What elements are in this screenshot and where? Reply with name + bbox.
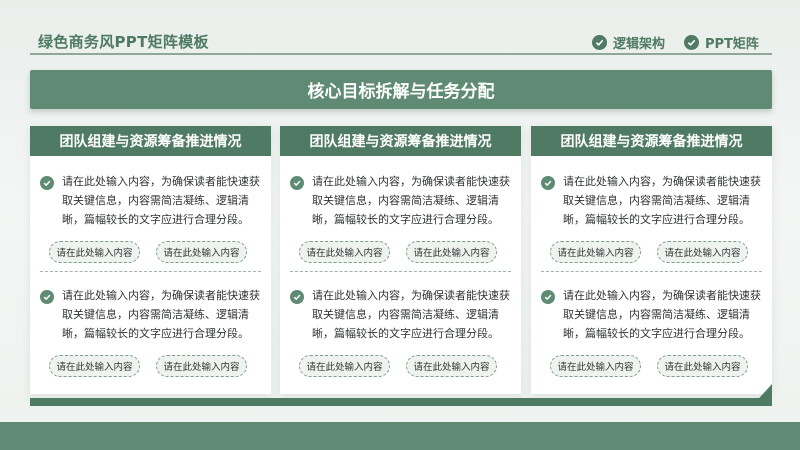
tag-pill[interactable]: 请在此处输入内容 <box>156 241 247 263</box>
tag-pill[interactable]: 请在此处输入内容 <box>406 241 497 263</box>
section-text: 请在此处输入内容，为确保读者能快速获取关键信息，内容需简洁凝练、逻辑清晰，篇幅较… <box>62 289 260 340</box>
tag-pill[interactable]: 请在此处输入内容 <box>550 241 641 263</box>
card-title: 团队组建与资源筹备推进情况 <box>59 134 242 150</box>
tag-pill[interactable]: 请在此处输入内容 <box>657 241 748 263</box>
nav-ppt-matrix[interactable]: PPT矩阵 <box>684 33 759 52</box>
tag-pill[interactable]: 请在此处输入内容 <box>550 355 641 377</box>
section-divider <box>290 271 511 272</box>
banner-title: 核心目标拆解与任务分配 <box>307 82 495 102</box>
section-text: 请在此处输入内容，为确保读者能快速获取关键信息，内容需简洁凝练、逻辑清晰，篇幅较… <box>312 289 510 340</box>
tag-pill[interactable]: 请在此处输入内容 <box>406 355 497 377</box>
card-title: 团队组建与资源筹备推进情况 <box>560 134 743 150</box>
check-circle-icon <box>541 176 555 190</box>
section-text: 请在此处输入内容，为确保读者能快速获取关键信息，内容需简洁凝练、逻辑清晰，篇幅较… <box>563 175 761 226</box>
card-section: 请在此处输入内容，为确保读者能快速获取关键信息，内容需简洁凝练、逻辑清晰，篇幅较… <box>30 286 271 377</box>
card-section: 请在此处输入内容，为确保读者能快速获取关键信息，内容需简洁凝练、逻辑清晰，篇幅较… <box>531 286 772 377</box>
card-header: 团队组建与资源筹备推进情况 <box>280 126 521 156</box>
nav-label: PPT矩阵 <box>705 37 759 52</box>
tag-pill[interactable]: 请在此处输入内容 <box>49 241 140 263</box>
check-circle-icon <box>40 290 54 304</box>
section-text: 请在此处输入内容，为确保读者能快速获取关键信息，内容需简洁凝练、逻辑清晰，篇幅较… <box>563 289 761 340</box>
card-section: 请在此处输入内容，为确保读者能快速获取关键信息，内容需简洁凝练、逻辑清晰，篇幅较… <box>531 172 772 263</box>
card-title: 团队组建与资源筹备推进情况 <box>309 134 492 150</box>
header-divider <box>30 53 772 55</box>
check-circle-icon <box>290 176 304 190</box>
card-section: 请在此处输入内容，为确保读者能快速获取关键信息，内容需简洁凝练、逻辑清晰，篇幅较… <box>30 172 271 263</box>
section-divider <box>541 271 762 272</box>
tag-pill[interactable]: 请在此处输入内容 <box>49 355 140 377</box>
task-card: 团队组建与资源筹备推进情况 请在此处输入内容，为确保读者能快速获取关键信息，内容… <box>30 126 271 394</box>
check-circle-icon <box>541 290 555 304</box>
card-section: 请在此处输入内容，为确保读者能快速获取关键信息，内容需简洁凝练、逻辑清晰，篇幅较… <box>280 172 521 263</box>
card-header: 团队组建与资源筹备推进情况 <box>531 126 772 156</box>
tag-pill[interactable]: 请在此处输入内容 <box>657 355 748 377</box>
section-banner: 核心目标拆解与任务分配 <box>30 70 772 109</box>
task-card: 团队组建与资源筹备推进情况 请在此处输入内容，为确保读者能快速获取关键信息，内容… <box>531 126 772 394</box>
check-circle-icon <box>684 35 699 50</box>
bottom-accent-bar <box>30 398 772 406</box>
section-text: 请在此处输入内容，为确保读者能快速获取关键信息，内容需简洁凝练、逻辑清晰，篇幅较… <box>312 175 510 226</box>
check-circle-icon <box>290 290 304 304</box>
card-header: 团队组建与资源筹备推进情况 <box>30 126 271 156</box>
check-circle-icon <box>592 35 607 50</box>
tag-pill[interactable]: 请在此处输入内容 <box>299 355 390 377</box>
section-text: 请在此处输入内容，为确保读者能快速获取关键信息，内容需简洁凝练、逻辑清晰，篇幅较… <box>62 175 260 226</box>
section-divider <box>40 271 261 272</box>
page-title: 绿色商务风PPT矩阵模板 <box>38 33 209 51</box>
check-circle-icon <box>40 176 54 190</box>
nav-logic-architecture[interactable]: 逻辑架构 <box>592 33 665 52</box>
nav-label: 逻辑架构 <box>613 37 666 52</box>
tag-pill[interactable]: 请在此处输入内容 <box>156 355 247 377</box>
footer-band <box>0 422 800 450</box>
tag-pill[interactable]: 请在此处输入内容 <box>299 241 390 263</box>
task-card: 团队组建与资源筹备推进情况 请在此处输入内容，为确保读者能快速获取关键信息，内容… <box>280 126 521 394</box>
card-section: 请在此处输入内容，为确保读者能快速获取关键信息，内容需简洁凝练、逻辑清晰，篇幅较… <box>280 286 521 377</box>
